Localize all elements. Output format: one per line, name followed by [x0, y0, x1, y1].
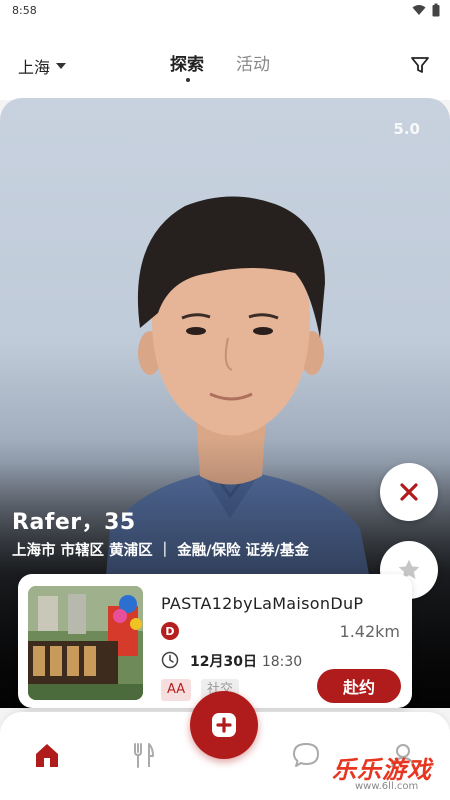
event-date: 12月30日 — [190, 654, 257, 670]
event-title: PASTA12byLaMaisonDuP — [161, 594, 364, 613]
watermark-url: www.6ll.com — [355, 781, 419, 792]
status-bar: 8:58 — [0, 0, 450, 22]
top-nav: 上海 探索 活动 — [0, 22, 450, 100]
close-icon — [400, 483, 418, 501]
add-icon — [212, 713, 236, 737]
create-event-button[interactable] — [190, 691, 258, 759]
watermark-logo: 乐乐游戏 — [332, 756, 432, 784]
clock-icon — [161, 651, 179, 669]
venue-badge: D — [161, 622, 179, 640]
fork-knife-icon[interactable] — [128, 740, 158, 770]
join-event-button[interactable]: 赴约 — [317, 669, 401, 703]
active-tab-indicator — [186, 78, 190, 82]
event-card[interactable]: PASTA12byLaMaisonDuP D 1.42km 12月30日 18:… — [18, 574, 412, 708]
battery-icon — [432, 3, 440, 17]
tab-explore[interactable]: 探索 — [170, 50, 204, 82]
filter-icon[interactable] — [410, 55, 430, 75]
event-datetime: 12月30日 18:30 — [190, 651, 302, 671]
wifi-icon — [412, 5, 426, 15]
rating-score: 5.0 — [393, 120, 420, 138]
event-time: 18:30 — [261, 654, 303, 670]
dislike-button[interactable] — [380, 463, 438, 521]
city-selector[interactable]: 上海 — [18, 54, 67, 78]
chat-bubble-icon[interactable] — [291, 740, 321, 770]
profile-name-age: Rafer，35 — [12, 510, 136, 535]
tab-explore-label: 探索 — [170, 55, 204, 75]
event-distance: 1.42km — [339, 622, 400, 641]
main-tabs: 探索 活动 — [170, 50, 270, 82]
home-icon[interactable] — [32, 740, 62, 770]
profile-location-industry: 上海市 市辖区 黄浦区 ｜ 金融/保险 证券/基金 — [12, 543, 309, 559]
tag-payment: AA — [161, 679, 192, 701]
tab-events[interactable]: 活动 — [236, 50, 270, 75]
tab-events-label: 活动 — [236, 55, 270, 75]
event-thumbnail — [28, 586, 143, 700]
city-label: 上海 — [18, 58, 51, 77]
caret-down-icon — [56, 63, 67, 69]
status-icons — [412, 3, 440, 17]
status-time: 8:58 — [12, 4, 37, 17]
